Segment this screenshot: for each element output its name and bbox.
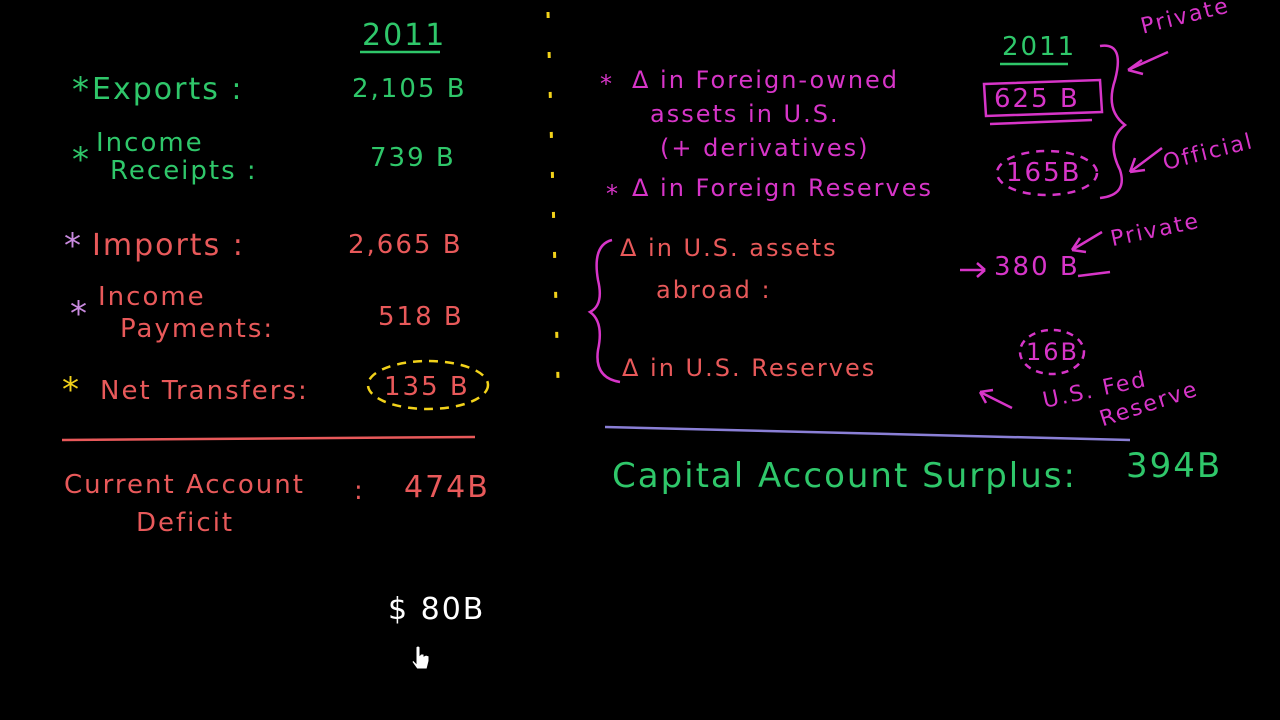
income-receipts-value: 739 B (370, 143, 456, 173)
foreign-assets-line-2: assets in U.S. (650, 100, 840, 128)
arrow-380 (960, 262, 986, 278)
foreign-reserves-value: 165B (1006, 158, 1082, 188)
arrow-private-mid (1070, 230, 1103, 254)
right-sum-line (604, 425, 1131, 442)
current-account-colon: : (354, 476, 365, 506)
foreign-assets-star: * (600, 70, 614, 98)
foreign-assets-value: 625 B (994, 84, 1080, 114)
imports-label: Imports : (92, 228, 245, 263)
current-account-value: 474B (404, 470, 490, 505)
current-account-label-1: Current Account (64, 470, 305, 500)
imports-value: 2,665 B (348, 230, 463, 260)
foreign-assets-line-3: (+ derivatives) (660, 134, 870, 162)
right-year: 2011 (1002, 32, 1077, 62)
exports-star: * (72, 70, 91, 110)
net-transfers-value: 135 B (384, 372, 470, 402)
arrow-official (1128, 147, 1163, 174)
foreign-reserves-label: Δ in Foreign Reserves (632, 174, 934, 202)
us-assets-label-1: Δ in U.S. assets (620, 234, 838, 262)
arrow-private-top (1127, 50, 1169, 76)
exports-label: Exports : (92, 72, 244, 107)
capital-account-value: 394B (1126, 446, 1223, 486)
net-transfers-star: * (62, 370, 81, 410)
income-receipts-label-2: Receipts : (110, 156, 258, 186)
capital-account-label: Capital Account Surplus: (612, 456, 1077, 496)
left-year: 2011 (362, 18, 447, 53)
us-assets-value: 380 B (994, 252, 1080, 282)
foreign-reserves-star: * (606, 180, 620, 208)
380-tail (1077, 270, 1111, 278)
arrow-fed (978, 388, 1013, 410)
income-payments-label-2: Payments: (120, 314, 275, 344)
us-assets-label-2: abroad : (656, 276, 772, 304)
brace-us (587, 238, 621, 384)
foreign-assets-line-1: Δ in Foreign-owned (632, 66, 900, 94)
net-transfers-label: Net Transfers: (100, 376, 309, 406)
income-payments-star: * (70, 294, 89, 334)
left-sum-line (61, 435, 476, 442)
value-625-underline (989, 118, 1093, 126)
dollar-80b: $ 80B (388, 592, 486, 627)
us-reserves-value: 16B (1026, 338, 1080, 366)
income-payments-label-1: Income (98, 282, 206, 312)
brace-foreign (1099, 44, 1128, 200)
income-receipts-star: * (72, 140, 91, 180)
us-reserves-label: Δ in U.S. Reserves (622, 354, 877, 382)
exports-value: 2,105 B (352, 74, 467, 104)
current-account-label-2: Deficit (136, 508, 235, 538)
imports-star: * (64, 226, 83, 266)
center-divider (546, 11, 560, 381)
income-payments-value: 518 B (378, 302, 464, 332)
hand-cursor-icon (411, 645, 430, 670)
income-receipts-label-1: Income (96, 128, 204, 158)
